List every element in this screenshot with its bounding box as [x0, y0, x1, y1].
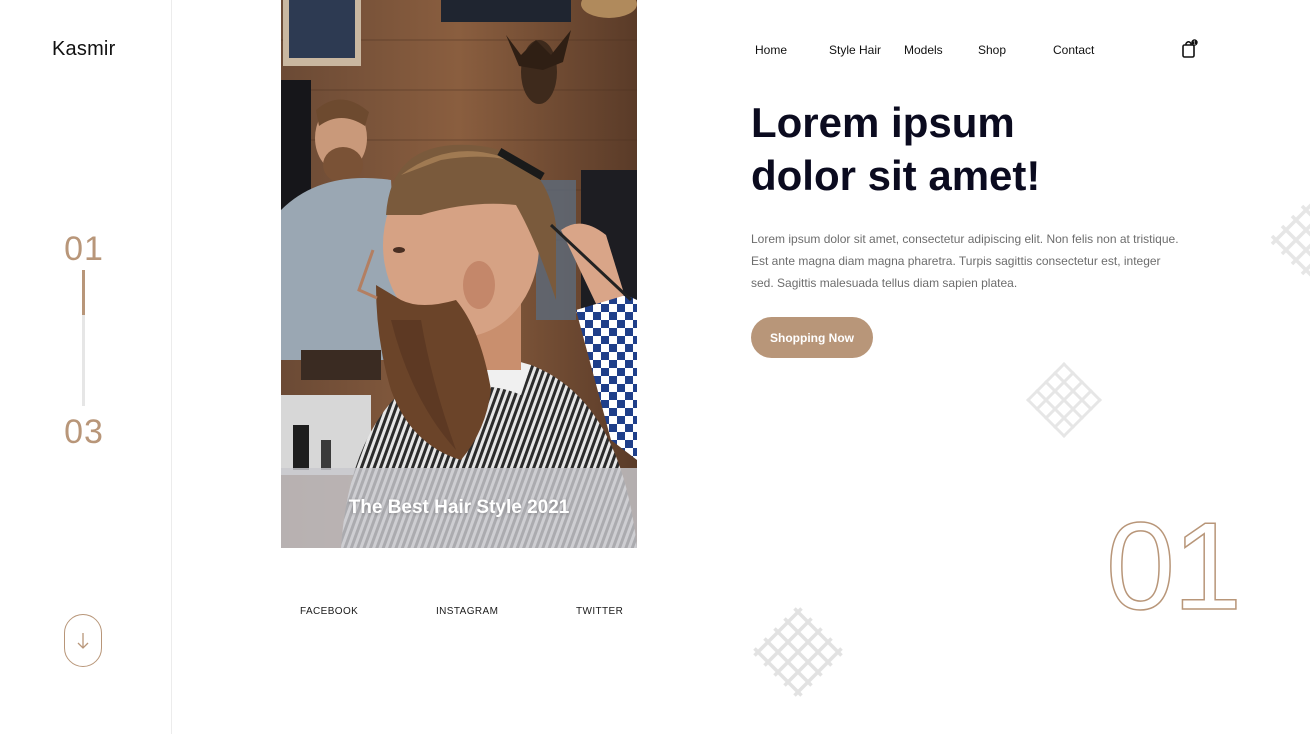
cart-button[interactable]: 1 [1181, 39, 1199, 59]
facebook-link[interactable]: FACEBOOK [300, 606, 358, 617]
hero-headline: Lorem ipsum dolor sit amet! [751, 96, 1151, 202]
current-slide-number: 01 [64, 230, 104, 268]
instagram-link[interactable]: INSTAGRAM [436, 606, 498, 617]
slide-progress-fill [82, 270, 85, 315]
logo[interactable]: Kasmir [52, 38, 115, 61]
big-slide-number: 01 [1105, 497, 1242, 637]
nav-contact[interactable]: Contact [1053, 43, 1094, 57]
nav-home[interactable]: Home [755, 43, 787, 57]
headline-line-1: Lorem ipsum [751, 99, 1015, 146]
shopping-now-button[interactable]: Shopping Now [751, 317, 873, 358]
twitter-link[interactable]: TWITTER [576, 606, 623, 617]
crosshatch-decoration-edge [1268, 192, 1310, 288]
sidebar: Kasmir 01 03 [0, 0, 172, 734]
total-slides-number: 03 [64, 413, 104, 451]
nav-models[interactable]: Models [904, 43, 943, 57]
hero-description: Lorem ipsum dolor sit amet, consectetur … [751, 232, 1179, 290]
hero-card[interactable]: The Best Hair Style 2021 [281, 0, 637, 548]
nav-shop[interactable]: Shop [978, 43, 1006, 57]
scroll-down-button[interactable] [64, 614, 102, 667]
crosshatch-decoration-middle [1026, 362, 1102, 438]
crosshatch-decoration-bottom [751, 605, 845, 699]
shopping-bag-icon: 1 [1182, 39, 1198, 58]
arrow-down-icon [77, 632, 89, 649]
hero-caption: The Best Hair Style 2021 [348, 497, 570, 518]
slide-progress-track [82, 270, 85, 406]
nav-style-hair[interactable]: Style Hair [829, 43, 881, 57]
headline-line-2: dolor sit amet! [751, 152, 1041, 199]
hero-caption-bar: The Best Hair Style 2021 [281, 468, 637, 548]
hero-barber-photo [281, 0, 637, 548]
cart-count: 1 [1193, 40, 1196, 46]
